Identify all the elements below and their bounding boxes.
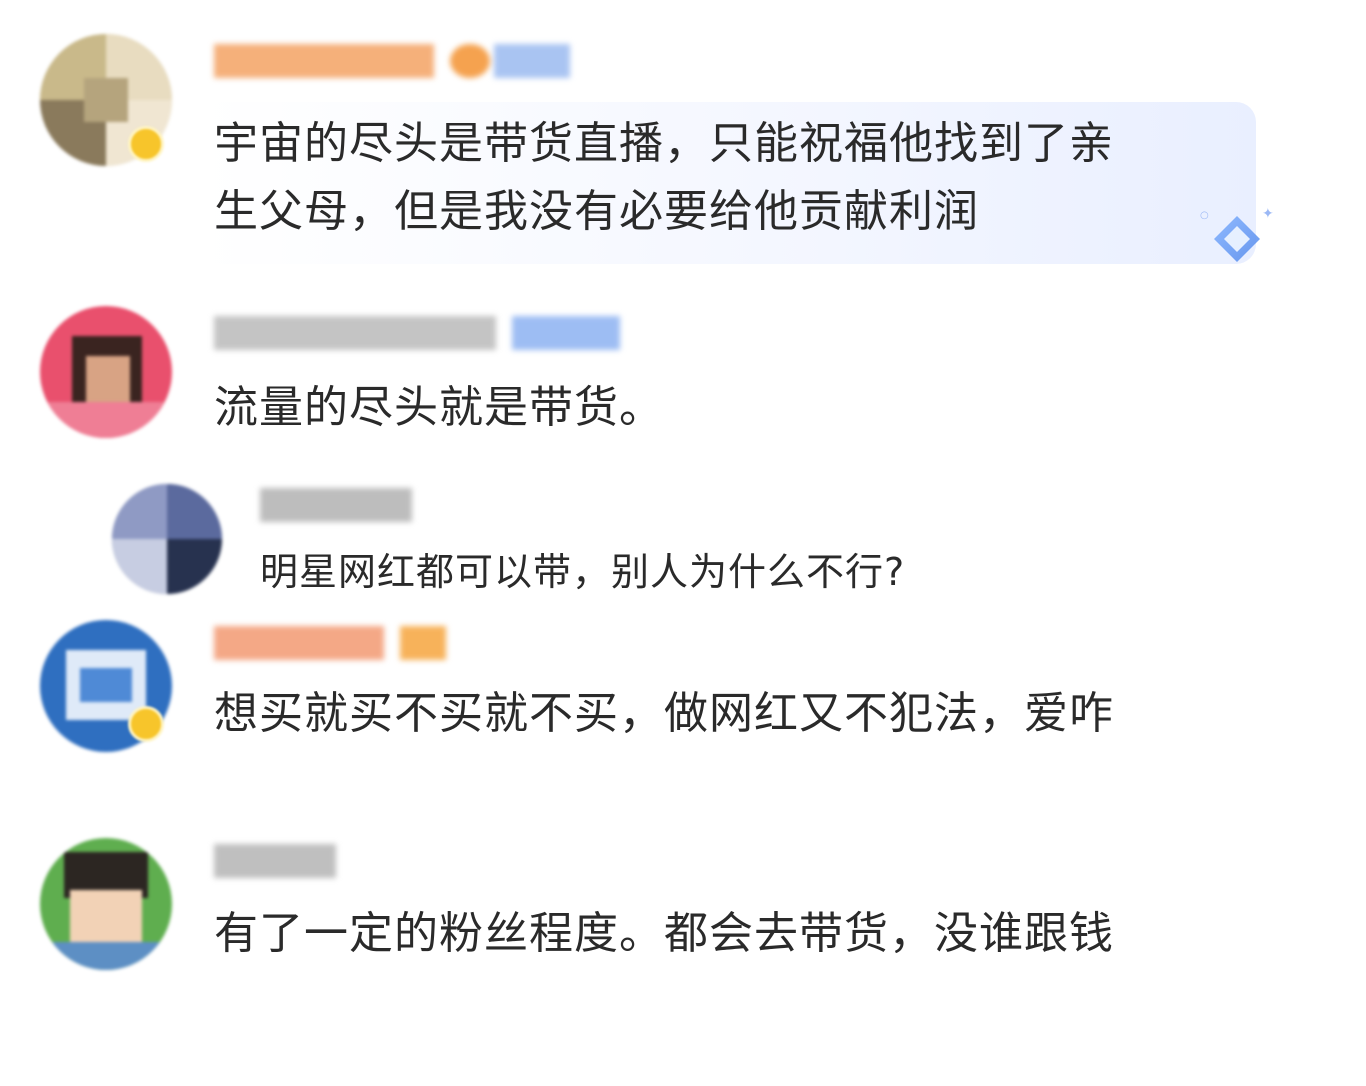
username-blurred[interactable] (214, 316, 620, 350)
username-blurred[interactable] (214, 44, 570, 78)
sparkle-icon: ✦ (1262, 206, 1274, 222)
vip-badge-icon (128, 706, 164, 742)
comment-item: 宇宙的尽头是带货直播，只能祝福他找到了亲 生父母，但是我没有必要给他贡献利润 ✦… (0, 0, 1366, 280)
reply-text: 明星网红都可以带，别人为什么不行? (260, 550, 906, 594)
comment-text: 想买就买不买就不买，做网红又不犯法，爱咋 (214, 688, 1114, 739)
comment-item: 有了一定的粉丝程度。都会去带货，没谁跟钱 (0, 830, 1366, 1050)
avatar[interactable] (40, 306, 172, 438)
username-blurred[interactable] (214, 844, 336, 878)
sparkle-icon: ○ (1200, 210, 1209, 221)
avatar[interactable] (112, 484, 222, 594)
reply-item: 明星网红都可以带，别人为什么不行? (0, 470, 1366, 610)
comment-item: 想买就买不买就不买，做网红又不犯法，爱咋 (0, 610, 1366, 820)
diamond-icon (1214, 216, 1260, 262)
username-blurred[interactable] (214, 626, 446, 660)
comment-text: 流量的尽头就是带货。 (214, 382, 664, 433)
username-blurred[interactable] (260, 488, 412, 522)
avatar[interactable] (40, 838, 172, 970)
comment-item: 流量的尽头就是带货。 (0, 290, 1366, 450)
vip-badge-icon (128, 126, 164, 162)
comment-text: 宇宙的尽头是带货直播，只能祝福他找到了亲 生父母，但是我没有必要给他贡献利润 (214, 118, 1114, 237)
comment-text: 有了一定的粉丝程度。都会去带货，没谁跟钱 (214, 908, 1114, 959)
